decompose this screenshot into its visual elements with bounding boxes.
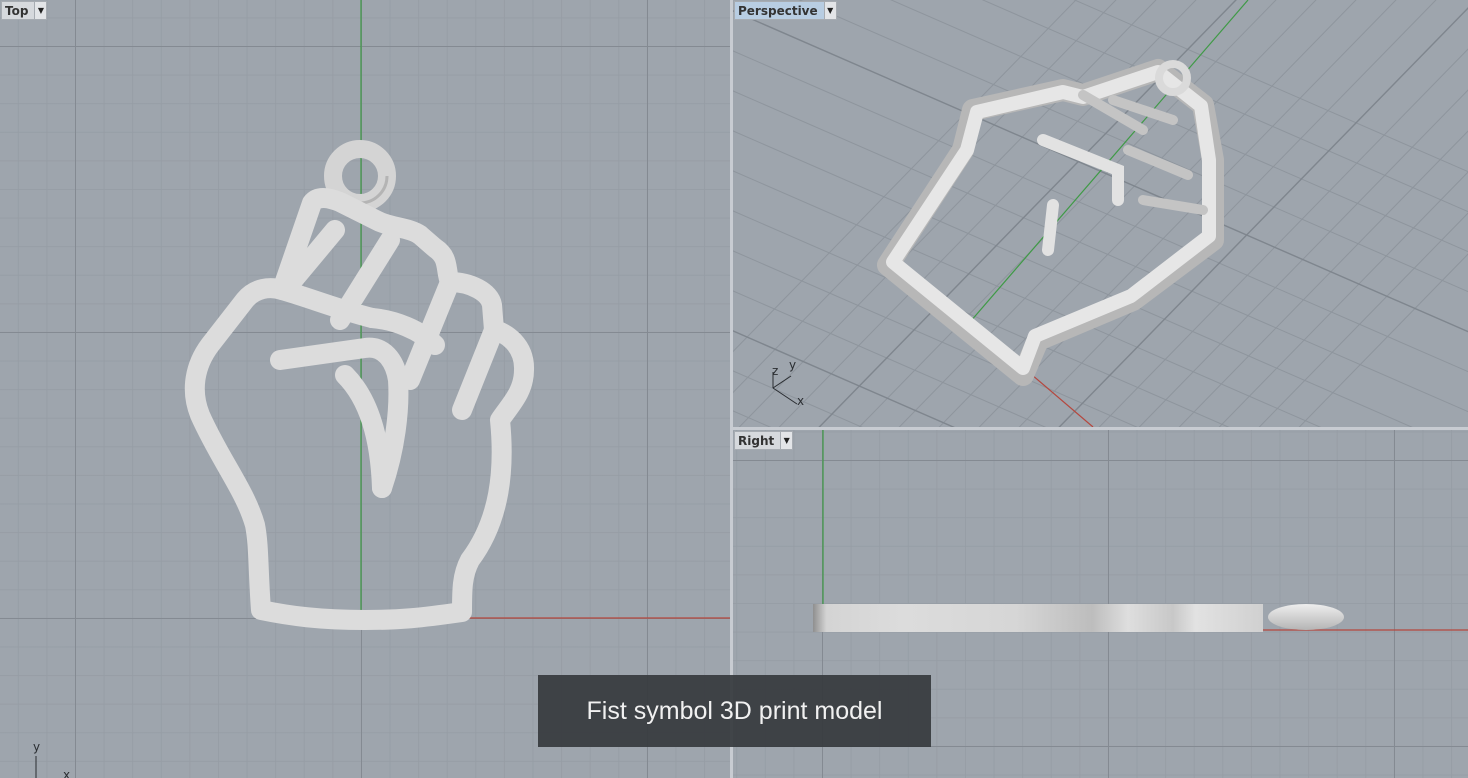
x-axis-label: x <box>797 394 805 408</box>
axis-widget-perspective: z y x <box>767 358 847 413</box>
viewport-label-text: Perspective <box>738 3 818 18</box>
perspective-viewport[interactable]: Perspective ▼ z y x <box>733 0 1468 427</box>
fist-outline <box>184 188 534 630</box>
top-viewport[interactable]: Top ▼ y x <box>0 0 730 778</box>
dropdown-icon[interactable]: ▼ <box>823 2 836 19</box>
axis-arrows-icon <box>35 756 37 778</box>
viewport-label-perspective[interactable]: Perspective ▼ <box>734 1 837 20</box>
y-axis-label: y <box>33 740 41 754</box>
dropdown-icon[interactable]: ▼ <box>34 2 47 19</box>
keyring-side-profile <box>1268 604 1344 630</box>
top-scene <box>184 0 730 630</box>
caption-overlay: Fist symbol 3D print model <box>538 675 931 747</box>
viewport-label-text: Right <box>738 433 775 448</box>
dropdown-icon[interactable]: ▼ <box>780 432 793 449</box>
viewport-label-text: Top <box>5 3 29 18</box>
viewport-label-top[interactable]: Top ▼ <box>1 1 48 20</box>
y-axis-label: y <box>789 358 797 372</box>
viewport-label-right[interactable]: Right ▼ <box>734 431 794 450</box>
model-side-profile <box>813 604 1263 632</box>
z-axis-label: z <box>772 364 779 378</box>
